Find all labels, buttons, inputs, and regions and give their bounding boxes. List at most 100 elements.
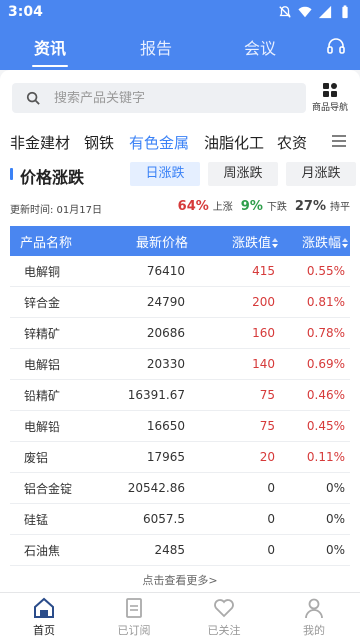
cell-change-value: 0 bbox=[267, 512, 275, 526]
cell-change-pct: 0.55% bbox=[306, 264, 345, 278]
bottom-nav: 首页 已订阅 已关注 我的 bbox=[0, 592, 360, 640]
cell-price: 6057.5 bbox=[143, 512, 185, 526]
bottom-nav-subscribed-label: 已订阅 bbox=[117, 624, 151, 637]
cell-product: 硅锰 bbox=[24, 512, 49, 527]
category-tab[interactable]: 油脂化工 bbox=[204, 132, 264, 153]
cell-change-pct: 0.46% bbox=[306, 388, 345, 402]
table-row[interactable]: 废铝 17965 20 0.11% bbox=[10, 442, 350, 473]
cell-change-value: 415 bbox=[252, 264, 275, 278]
bottom-nav-profile[interactable]: 我的 bbox=[284, 597, 344, 638]
search-row: 商品导航 bbox=[12, 82, 348, 114]
cell-change-value: 75 bbox=[259, 388, 275, 402]
table-row[interactable]: 电解铝 20330 140 0.69% bbox=[10, 349, 350, 380]
table-row[interactable]: 锌合金 24790 200 0.81% bbox=[10, 287, 350, 318]
cell-product: 锌精矿 bbox=[24, 326, 61, 341]
cell-change-value: 75 bbox=[259, 419, 275, 433]
category-tab[interactable]: 非金建材 bbox=[10, 132, 70, 153]
bottom-nav-followed[interactable]: 已关注 bbox=[194, 597, 254, 638]
header-price: 最新价格 bbox=[135, 235, 188, 251]
period-tab-monthly[interactable]: 月涨跌 bbox=[286, 162, 356, 186]
period-tab-weekly[interactable]: 周涨跌 bbox=[208, 162, 278, 186]
signal-icon bbox=[318, 5, 332, 19]
tab-meetings[interactable]: 会议 bbox=[244, 35, 276, 59]
header-change-value-sort[interactable]: 涨跌值 bbox=[188, 232, 278, 251]
cell-change-value: 160 bbox=[252, 326, 275, 340]
flat-label: 持平 bbox=[330, 202, 350, 213]
cell-product: 石油焦 bbox=[24, 543, 61, 558]
product-nav-label: 商品导航 bbox=[311, 103, 348, 113]
table-row[interactable]: 硅锰 6057.5 0 0% bbox=[10, 504, 350, 535]
tab-reports[interactable]: 报告 bbox=[140, 35, 172, 59]
table-row[interactable]: 铅精矿 16391.67 75 0.46% bbox=[10, 380, 350, 411]
table-row[interactable]: 石油焦 2485 0 0% bbox=[10, 535, 350, 566]
category-tab[interactable]: 农资 bbox=[277, 132, 307, 153]
cell-change-value: 140 bbox=[252, 357, 275, 371]
change-stats: 64% 上涨 9% 下跌 27% 持平 bbox=[178, 198, 350, 214]
section-accent-bar bbox=[10, 168, 13, 180]
cell-product: 废铝 bbox=[24, 450, 49, 465]
status-bar: 3:04 bbox=[0, 0, 360, 24]
wifi-icon bbox=[298, 6, 312, 18]
cell-price: 20330 bbox=[146, 357, 185, 371]
status-time: 3:04 bbox=[8, 4, 43, 20]
grid-icon bbox=[323, 83, 337, 97]
price-table: 产品名称 最新价格 涨跌值 涨跌幅 电解铜 76410 415 0.55% 锌合金 247… bbox=[10, 226, 350, 566]
bottom-nav-followed-label: 已关注 bbox=[207, 624, 241, 637]
product-nav-button[interactable]: 商品导航 bbox=[308, 82, 352, 113]
cell-change-value: 0 bbox=[267, 543, 275, 557]
cell-product: 锌合金 bbox=[24, 295, 61, 310]
tab-news[interactable]: 资讯 bbox=[34, 35, 66, 59]
table-row[interactable]: 电解铅 16650 75 0.45% bbox=[10, 411, 350, 442]
header-change-pct-sort[interactable]: 涨跌幅 bbox=[278, 232, 348, 251]
table-row[interactable]: 电解铜 76410 415 0.55% bbox=[10, 256, 350, 287]
update-row: 更新时间: 01月17日 64% 上涨 9% 下跌 27% 持平 bbox=[10, 198, 350, 216]
up-percentage: 64% bbox=[177, 199, 209, 214]
bottom-nav-home[interactable]: 首页 bbox=[14, 597, 74, 638]
cell-price: 20686 bbox=[146, 326, 185, 340]
cell-price: 24790 bbox=[146, 295, 185, 309]
category-tab-active[interactable]: 有色金属 bbox=[129, 132, 189, 153]
home-icon bbox=[34, 597, 54, 618]
period-tabs: 日涨跌 周涨跌 月涨跌 bbox=[130, 162, 356, 186]
cell-change-pct: 0.78% bbox=[306, 326, 345, 340]
cell-change-pct: 0% bbox=[325, 481, 345, 495]
cell-price: 17965 bbox=[146, 450, 185, 464]
search-box[interactable] bbox=[12, 83, 306, 113]
period-tab-daily[interactable]: 日涨跌 bbox=[130, 162, 200, 186]
section-title: 价格涨跌 bbox=[20, 168, 85, 187]
cell-change-pct: 0% bbox=[325, 512, 345, 526]
cell-change-value: 0 bbox=[267, 481, 275, 495]
update-time: 更新时间: 01月17日 bbox=[10, 205, 102, 216]
table-row[interactable]: 锌精矿 20686 160 0.78% bbox=[10, 318, 350, 349]
mute-icon bbox=[279, 6, 291, 18]
menu-icon[interactable] bbox=[332, 135, 346, 147]
status-icons bbox=[278, 5, 352, 19]
search-input[interactable] bbox=[54, 90, 274, 106]
header-change-pct: 涨跌幅 bbox=[301, 235, 341, 251]
cell-change-pct: 0.69% bbox=[306, 357, 345, 371]
header-product: 产品名称 bbox=[20, 235, 73, 251]
table-header: 产品名称 最新价格 涨跌值 涨跌幅 bbox=[10, 226, 350, 256]
cell-price: 2485 bbox=[154, 543, 185, 557]
top-nav: 资讯 报告 会议 bbox=[0, 24, 360, 70]
view-more-link[interactable]: 点击查看更多> bbox=[0, 572, 360, 588]
headset-icon[interactable] bbox=[326, 36, 346, 56]
cell-product: 电解铜 bbox=[24, 264, 61, 279]
cell-product: 铝合金锭 bbox=[24, 481, 73, 496]
cell-change-pct: 0.81% bbox=[306, 295, 345, 309]
cell-change-pct: 0.45% bbox=[306, 419, 345, 433]
bottom-nav-subscribed[interactable]: 已订阅 bbox=[104, 597, 164, 638]
section-header: 价格涨跌 日涨跌 周涨跌 月涨跌 bbox=[0, 162, 360, 188]
sort-icon bbox=[342, 238, 348, 248]
cell-change-pct: 0.11% bbox=[306, 450, 345, 464]
cell-product: 电解铅 bbox=[24, 419, 61, 434]
category-tab[interactable]: 钢铁 bbox=[84, 132, 114, 153]
cell-price: 20542.86 bbox=[127, 481, 185, 495]
table-row[interactable]: 铝合金锭 20542.86 0 0% bbox=[10, 473, 350, 504]
bottom-nav-profile-label: 我的 bbox=[303, 624, 325, 637]
bottom-nav-home-label: 首页 bbox=[33, 624, 55, 637]
search-icon bbox=[26, 91, 40, 105]
cell-price: 76410 bbox=[146, 264, 185, 278]
cell-change-value: 20 bbox=[259, 450, 275, 464]
cell-change-pct: 0% bbox=[325, 543, 345, 557]
